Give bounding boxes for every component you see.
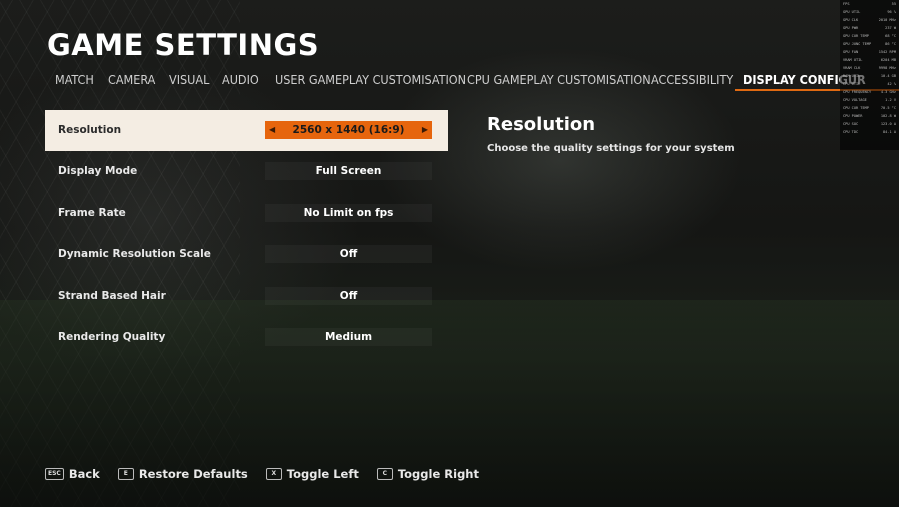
hud-row: GPU JUNC TEMP 86 °C bbox=[840, 40, 899, 48]
e-key-icon: E bbox=[117, 468, 134, 480]
description-text: Choose the quality settings for your sys… bbox=[487, 143, 735, 154]
hud-metric: GPU FAN bbox=[843, 50, 859, 54]
setting-label: Display Mode bbox=[58, 165, 138, 178]
setting-resolution[interactable]: Resolution ◀ 2560 x 1440 (16:9) ▶ bbox=[45, 110, 448, 151]
hud-value: 1.2 V bbox=[885, 98, 896, 102]
hud-row: CPU UTIL 42 % bbox=[840, 80, 899, 88]
setting-label: Strand Based Hair bbox=[58, 289, 166, 302]
hud-row: CPU TDC 84.1 A bbox=[840, 128, 899, 136]
hud-value: 86 °C bbox=[885, 42, 896, 46]
setting-value[interactable]: Full Screen bbox=[265, 162, 432, 181]
hud-value: 55 bbox=[891, 2, 896, 6]
hud-row: GPU FAN 1542 RPM bbox=[840, 48, 899, 56]
setting-value[interactable]: Off bbox=[265, 245, 432, 264]
description-heading: Resolution bbox=[487, 114, 596, 135]
restore-defaults-button[interactable]: E Restore Defaults bbox=[117, 467, 248, 481]
hud-row: VRAM UTIL 6204 MB bbox=[840, 56, 899, 64]
hud-row: CPU POWER 102.8 W bbox=[840, 112, 899, 120]
hud-value: 42 % bbox=[887, 82, 896, 86]
hud-metric: GPU JUNC TEMP bbox=[843, 42, 872, 46]
hud-row: GPU PWR 237 W bbox=[840, 24, 899, 32]
hud-metric: GPU CUR TEMP bbox=[843, 34, 869, 38]
setting-label: Dynamic Resolution Scale bbox=[58, 248, 211, 261]
hud-value: 68 °C bbox=[885, 34, 896, 38]
hud-row: CPU FREQUENCY 4.3 GHz bbox=[840, 88, 899, 96]
right-arrow-icon[interactable]: ▶ bbox=[422, 121, 428, 139]
tab-visual[interactable]: VISUAL bbox=[169, 72, 209, 87]
hud-row: FPS 55 bbox=[840, 0, 899, 8]
x-key-icon: X bbox=[265, 468, 282, 480]
setting-value[interactable]: No Limit on fps bbox=[265, 203, 432, 222]
hud-metric: FPS bbox=[843, 2, 850, 6]
hud-metric: CPU VOLTAGE bbox=[843, 98, 867, 102]
setting-display-mode[interactable]: Display Mode Full Screen bbox=[45, 151, 448, 192]
footer-label: Toggle Right bbox=[397, 467, 479, 481]
hud-value: 10.4 GB bbox=[880, 74, 896, 78]
setting-frame-rate[interactable]: Frame Rate No Limit on fps bbox=[45, 193, 448, 234]
hud-value: 70.5 °C bbox=[880, 106, 896, 110]
tab-camera[interactable]: CAMERA bbox=[108, 72, 155, 87]
performance-overlay: FPS 55 GPU UTIL 96 % GPU CLK 2010 MHz GPU PWR 2… bbox=[840, 0, 899, 150]
hud-metric: GPU PWR bbox=[843, 26, 859, 30]
footer-label: Toggle Left bbox=[286, 467, 359, 481]
hud-row: GPU CLK 2010 MHz bbox=[840, 16, 899, 24]
tab-cpu-gameplay-customisation[interactable]: CPU GAMEPLAY CUSTOMISATION bbox=[467, 72, 651, 87]
toggle-left-button[interactable]: X Toggle Left bbox=[265, 467, 359, 481]
hud-row: CPU CUR TEMP 70.5 °C bbox=[840, 104, 899, 112]
setting-description-panel: Resolution Choose the quality settings f… bbox=[487, 114, 735, 154]
footer-label: Restore Defaults bbox=[138, 467, 248, 481]
hud-metric: CPU SOC bbox=[843, 122, 859, 126]
hud-row: RAM UTIL 10.4 GB bbox=[840, 72, 899, 80]
footer-controls: ESC Back E Restore Defaults X Toggle Lef… bbox=[45, 467, 491, 481]
hud-metric: GPU CLK bbox=[843, 18, 859, 22]
hud-value: 6204 MB bbox=[880, 58, 896, 62]
hud-metric: CPU POWER bbox=[843, 114, 863, 118]
hud-value: 2010 MHz bbox=[878, 18, 896, 22]
hud-value: 9998 MHz bbox=[878, 66, 896, 70]
page-title: GAME SETTINGS bbox=[47, 28, 320, 62]
hud-value: 237 W bbox=[885, 26, 896, 30]
hud-metric: VRAM CLK bbox=[843, 66, 861, 70]
hud-metric: VRAM UTIL bbox=[843, 58, 863, 62]
setting-label: Frame Rate bbox=[58, 206, 126, 219]
left-arrow-icon[interactable]: ◀ bbox=[269, 121, 275, 139]
hud-row: GPU CUR TEMP 68 °C bbox=[840, 32, 899, 40]
toggle-right-button[interactable]: C Toggle Right bbox=[376, 467, 479, 481]
tab-audio[interactable]: AUDIO bbox=[222, 72, 259, 87]
setting-dynamic-resolution-scale[interactable]: Dynamic Resolution Scale Off bbox=[45, 234, 448, 275]
hud-metric: GPU UTIL bbox=[843, 10, 861, 14]
hud-value: 96 % bbox=[887, 10, 896, 14]
setting-value: 2560 x 1440 (16:9) bbox=[292, 124, 405, 136]
settings-list: Resolution ◀ 2560 x 1440 (16:9) ▶ Displa… bbox=[45, 110, 448, 358]
hud-metric: CPU FREQUENCY bbox=[843, 90, 872, 94]
hud-value: 102.8 W bbox=[880, 114, 896, 118]
hud-value: 84.1 A bbox=[883, 130, 896, 134]
setting-value-selector[interactable]: ◀ 2560 x 1440 (16:9) ▶ bbox=[265, 121, 432, 139]
tab-match[interactable]: MATCH bbox=[55, 72, 94, 87]
hud-metric: CPU TDC bbox=[843, 130, 859, 134]
tab-accessibility[interactable]: ACCESSIBILITY bbox=[651, 72, 733, 87]
c-key-icon: C bbox=[376, 468, 393, 480]
footer-label: Back bbox=[68, 467, 100, 481]
hud-value: 1542 RPM bbox=[878, 50, 896, 54]
hud-value: 4.3 GHz bbox=[880, 90, 896, 94]
hud-value: 123.0 A bbox=[880, 122, 896, 126]
setting-label: Resolution bbox=[58, 124, 122, 136]
back-button[interactable]: ESC Back bbox=[45, 467, 100, 481]
setting-value[interactable]: Medium bbox=[265, 327, 432, 346]
setting-rendering-quality[interactable]: Rendering Quality Medium bbox=[45, 317, 448, 358]
tab-user-gameplay-customisation[interactable]: USER GAMEPLAY CUSTOMISATION bbox=[275, 72, 466, 87]
hud-row: GPU UTIL 96 % bbox=[840, 8, 899, 16]
hud-metric: CPU CUR TEMP bbox=[843, 106, 869, 110]
hud-row: VRAM CLK 9998 MHz bbox=[840, 64, 899, 72]
hud-metric: CPU UTIL bbox=[843, 82, 861, 86]
hud-row: CPU SOC 123.0 A bbox=[840, 120, 899, 128]
setting-label: Rendering Quality bbox=[58, 330, 166, 343]
setting-value[interactable]: Off bbox=[265, 286, 432, 305]
esc-key-icon: ESC bbox=[45, 468, 64, 480]
hud-metric: RAM UTIL bbox=[843, 74, 861, 78]
hud-row: CPU VOLTAGE 1.2 V bbox=[840, 96, 899, 104]
setting-strand-based-hair[interactable]: Strand Based Hair Off bbox=[45, 276, 448, 317]
